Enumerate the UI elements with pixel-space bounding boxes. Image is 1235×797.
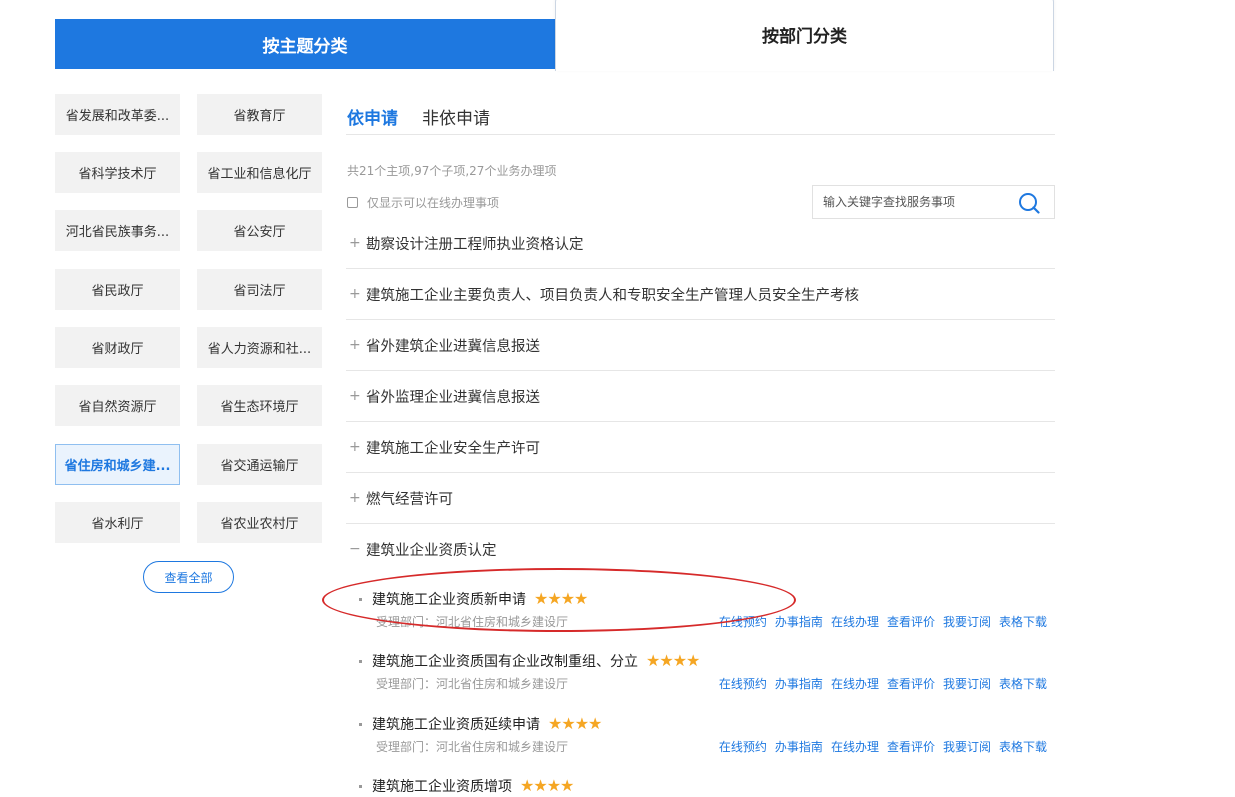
bullet-icon [359, 598, 362, 601]
expand-icon: + [349, 388, 361, 404]
list-item[interactable]: + 燃气经营许可 [346, 473, 1055, 524]
online-only-label: 仅显示可以在线办理事项 [367, 196, 500, 210]
bullet-icon [359, 723, 362, 726]
item-label: 省外监理企业进冀信息报送 [366, 389, 540, 406]
view-reviews-link[interactable]: 查看评价 [887, 613, 935, 630]
guide-link[interactable]: 办事指南 [775, 675, 823, 692]
view-all-button[interactable]: 查看全部 [143, 561, 234, 593]
department-item[interactable]: 河北省民族事务... [55, 210, 180, 251]
form-download-link[interactable]: 表格下载 [999, 675, 1047, 692]
department-item[interactable]: 省发展和改革委... [55, 94, 180, 135]
department-item[interactable]: 省人力资源和社... [197, 327, 322, 368]
item-label: 省外建筑企业进冀信息报送 [366, 338, 540, 355]
department-item[interactable]: 省教育厅 [197, 94, 322, 135]
sub-item: 建筑施工企业资质新申请 ★★★★ 受理部门：河北省住房和城乡建设厅 在线预约 办事… [346, 589, 1055, 644]
list-item[interactable]: + 省外监理企业进冀信息报送 [346, 371, 1055, 422]
sub-item-title[interactable]: 建筑施工企业资质新申请 ★★★★ [372, 589, 588, 609]
subscribe-link[interactable]: 我要订阅 [943, 613, 991, 630]
online-reservation-link[interactable]: 在线预约 [719, 613, 767, 630]
sub-item: 建筑施工企业资质增项 ★★★★ [346, 776, 1055, 796]
department-item[interactable]: 省民政厅 [55, 269, 180, 310]
bullet-icon [359, 660, 362, 663]
action-links: 在线预约 办事指南 在线办理 查看评价 我要订阅 表格下载 [711, 675, 1047, 692]
search-input[interactable] [813, 186, 1033, 218]
subscribe-link[interactable]: 我要订阅 [943, 738, 991, 755]
department-item[interactable]: 省科学技术厅 [55, 152, 180, 193]
expand-icon: + [349, 439, 361, 455]
tab-by-application[interactable]: 依申请 [347, 104, 398, 129]
online-only-filter[interactable]: 仅显示可以在线办理事项 [347, 194, 499, 211]
list-item[interactable]: + 省外建筑企业进冀信息报送 [346, 320, 1055, 371]
action-links: 在线预约 办事指南 在线办理 查看评价 我要订阅 表格下载 [711, 738, 1047, 755]
sub-item: 建筑施工企业资质国有企业改制重组、分立 ★★★★ 受理部门：河北省住房和城乡建设厅… [346, 651, 1055, 706]
list-item[interactable]: + 勘察设计注册工程师执业资格认定 [346, 218, 1055, 269]
item-label: 建筑业企业资质认定 [366, 542, 497, 559]
list-item[interactable]: + 建筑施工企业主要负责人、项目负责人和专职安全生产管理人员安全生产考核 [346, 269, 1055, 320]
item-label: 建筑施工企业主要负责人、项目负责人和专职安全生产管理人员安全生产考核 [366, 287, 859, 304]
item-label: 勘察设计注册工程师执业资格认定 [366, 236, 584, 253]
online-only-checkbox[interactable] [347, 197, 358, 208]
tab-non-application[interactable]: 非依申请 [422, 104, 490, 129]
department-item[interactable]: 省水利厅 [55, 502, 180, 543]
department-item[interactable]: 省公安厅 [197, 210, 322, 251]
subscribe-link[interactable]: 我要订阅 [943, 675, 991, 692]
category-tabs: 按主题分类 按部门分类 [55, 0, 1055, 71]
rating-stars-icon: ★★★★ [548, 714, 602, 733]
department-item[interactable]: 省财政厅 [55, 327, 180, 368]
tab-by-department[interactable]: 按部门分类 [555, 0, 1054, 71]
list-item-expanded[interactable]: − 建筑业企业资质认定 [346, 524, 1055, 574]
view-reviews-link[interactable]: 查看评价 [887, 675, 935, 692]
summary-text: 共21个主项,97个子项,27个业务办理项 [347, 164, 557, 178]
sub-item-title[interactable]: 建筑施工企业资质增项 ★★★★ [372, 776, 574, 796]
department-item[interactable]: 省交通运输厅 [197, 444, 322, 485]
expand-icon: + [349, 286, 361, 302]
bullet-icon [359, 785, 362, 788]
collapse-icon: − [349, 541, 361, 557]
department-item-active[interactable]: 省住房和城乡建... [55, 444, 180, 485]
online-reservation-link[interactable]: 在线预约 [719, 675, 767, 692]
guide-link[interactable]: 办事指南 [775, 738, 823, 755]
service-list: + 勘察设计注册工程师执业资格认定 + 建筑施工企业主要负责人、项目负责人和专职安全… [346, 218, 1055, 574]
item-label: 建筑施工企业安全生产许可 [366, 440, 540, 457]
department-item[interactable]: 省农业农村厅 [197, 502, 322, 543]
online-process-link[interactable]: 在线办理 [831, 675, 879, 692]
department-item[interactable]: 省工业和信息化厅 [197, 152, 322, 193]
sub-item-title[interactable]: 建筑施工企业资质国有企业改制重组、分立 ★★★★ [372, 651, 700, 671]
department-item[interactable]: 省生态环境厅 [197, 385, 322, 426]
tab-by-topic[interactable]: 按主题分类 [55, 19, 555, 69]
expand-icon: + [349, 337, 361, 353]
service-panel: 依申请 非依申请 共21个主项,97个子项,27个业务办理项 仅显示可以在线办理… [346, 94, 1055, 795]
list-item[interactable]: + 建筑施工企业安全生产许可 [346, 422, 1055, 473]
online-process-link[interactable]: 在线办理 [831, 738, 879, 755]
view-reviews-link[interactable]: 查看评价 [887, 738, 935, 755]
item-label: 燃气经营许可 [366, 491, 453, 508]
department-item[interactable]: 省自然资源厅 [55, 385, 180, 426]
form-download-link[interactable]: 表格下载 [999, 613, 1047, 630]
application-type-tabs: 依申请 非依申请 [346, 94, 1055, 135]
rating-stars-icon: ★★★★ [534, 589, 588, 608]
action-links: 在线预约 办事指南 在线办理 查看评价 我要订阅 表格下载 [711, 613, 1047, 630]
sub-item-title[interactable]: 建筑施工企业资质延续申请 ★★★★ [372, 714, 602, 734]
guide-link[interactable]: 办事指南 [775, 613, 823, 630]
form-download-link[interactable]: 表格下载 [999, 738, 1047, 755]
expand-icon: + [349, 490, 361, 506]
online-process-link[interactable]: 在线办理 [831, 613, 879, 630]
rating-stars-icon: ★★★★ [646, 651, 700, 670]
sub-item-department: 受理部门：河北省住房和城乡建设厅 [376, 677, 569, 691]
sub-item-department: 受理部门：河北省住房和城乡建设厅 [376, 615, 569, 629]
expand-icon: + [349, 235, 361, 251]
rating-stars-icon: ★★★★ [520, 776, 574, 795]
online-reservation-link[interactable]: 在线预约 [719, 738, 767, 755]
search-box [812, 185, 1055, 219]
sub-item: 建筑施工企业资质延续申请 ★★★★ 受理部门：河北省住房和城乡建设厅 在线预约 办… [346, 714, 1055, 769]
department-item[interactable]: 省司法厅 [197, 269, 322, 310]
search-icon[interactable] [1018, 192, 1040, 214]
sub-item-department: 受理部门：河北省住房和城乡建设厅 [376, 740, 569, 754]
